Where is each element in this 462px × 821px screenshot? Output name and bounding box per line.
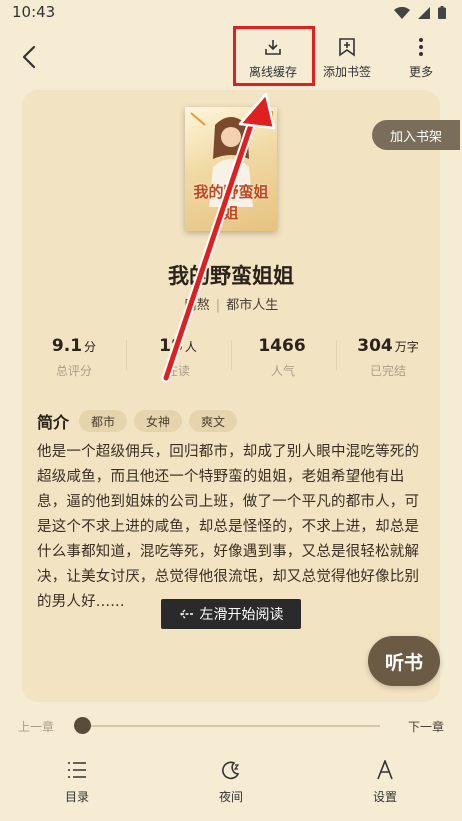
more-label: 更多 xyxy=(408,65,433,79)
next-chapter-button[interactable]: 下一章 xyxy=(408,718,444,735)
stat-readers: 18 人 在读 xyxy=(126,336,230,379)
progress-track[interactable] xyxy=(82,725,380,727)
stat-unit: 分 xyxy=(84,340,97,354)
swipe-hint-label: 左滑开始阅读 xyxy=(199,607,284,623)
book-title: 我的野蛮姐姐 xyxy=(168,264,294,288)
more-vertical-icon xyxy=(419,38,423,56)
wifi-icon xyxy=(394,6,410,19)
add-bookmark-button[interactable]: 添加书签 xyxy=(320,36,374,80)
settings-label: 设置 xyxy=(372,790,397,804)
listen-button[interactable]: 听书 xyxy=(368,636,440,686)
battery-icon xyxy=(438,6,446,19)
bottom-nav: 目录 夜间 设置 xyxy=(0,752,462,812)
status-time: 10:43 xyxy=(12,3,56,21)
book-author[interactable]: 扇熬 xyxy=(184,298,210,313)
back-button[interactable] xyxy=(16,40,44,74)
font-size-icon xyxy=(377,760,393,780)
intro-text: 他是一个超级佣兵，回归都市，却成了别人眼中混吃等死的超级咸鱼，而且他还一个特野蛮… xyxy=(37,444,420,610)
back-arrow-icon xyxy=(22,45,36,69)
toc-label: 目录 xyxy=(64,790,89,804)
stat-label: 人气 xyxy=(270,364,295,378)
stat-value: 1466 xyxy=(258,336,306,356)
cover-title: 我的野蛮姐姐 xyxy=(193,183,269,222)
more-button[interactable]: 更多 xyxy=(404,36,438,80)
stat-label: 总评分 xyxy=(55,364,92,378)
tag-chip[interactable]: 爽文 xyxy=(189,410,238,432)
add-to-shelf-button[interactable]: 加入书架 xyxy=(372,120,460,150)
stat-divider xyxy=(336,340,337,370)
book-cover[interactable]: 我的野蛮姐姐 xyxy=(185,107,277,231)
stat-value: 18 xyxy=(159,336,183,356)
book-category[interactable]: 都市人生 xyxy=(226,298,278,313)
top-toolbar: 离线缓存 添加书签 更多 xyxy=(0,24,462,88)
stat-value: 9.1 xyxy=(51,336,83,356)
stat-unit: 万字 xyxy=(394,340,419,354)
stat-popularity: 1466 人气 xyxy=(231,336,335,379)
night-mode-button[interactable]: 夜间 xyxy=(201,758,261,805)
meta-separator: | xyxy=(215,298,221,313)
intro-heading: 简介 xyxy=(37,413,70,432)
status-bar: 10:43 xyxy=(0,0,462,24)
book-meta: 扇熬 | 都市人生 xyxy=(0,294,462,313)
stat-value: 304 xyxy=(357,336,393,356)
list-icon xyxy=(68,762,86,778)
swipe-to-read-button[interactable]: 左滑开始阅读 xyxy=(161,599,301,629)
bookmark-add-icon xyxy=(339,38,355,57)
add-bookmark-label: 添加书签 xyxy=(322,65,371,79)
prev-chapter-button[interactable]: 上一章 xyxy=(18,718,54,735)
moon-icon xyxy=(222,761,240,780)
swipe-left-icon xyxy=(179,609,193,619)
status-icons xyxy=(394,6,446,19)
stat-divider xyxy=(126,340,127,370)
stat-unit: 人 xyxy=(184,340,197,354)
settings-button[interactable]: 设置 xyxy=(355,758,415,805)
toc-button[interactable]: 目录 xyxy=(47,758,107,805)
night-label: 夜间 xyxy=(218,790,243,804)
progress-slider-handle[interactable] xyxy=(74,717,91,734)
highlight-box xyxy=(233,26,315,86)
chapter-progress: 上一章 下一章 xyxy=(0,710,462,742)
stat-divider xyxy=(231,340,232,370)
stat-rating: 9.1 分 总评分 xyxy=(22,336,126,379)
stat-label: 在读 xyxy=(165,364,190,378)
stat-label: 已完结 xyxy=(369,364,406,378)
signal-icon xyxy=(418,6,430,19)
tag-chip[interactable]: 女神 xyxy=(134,410,183,432)
tag-chip[interactable]: 都市 xyxy=(79,410,128,432)
stat-word-count: 304 万字 已完结 xyxy=(336,336,440,379)
